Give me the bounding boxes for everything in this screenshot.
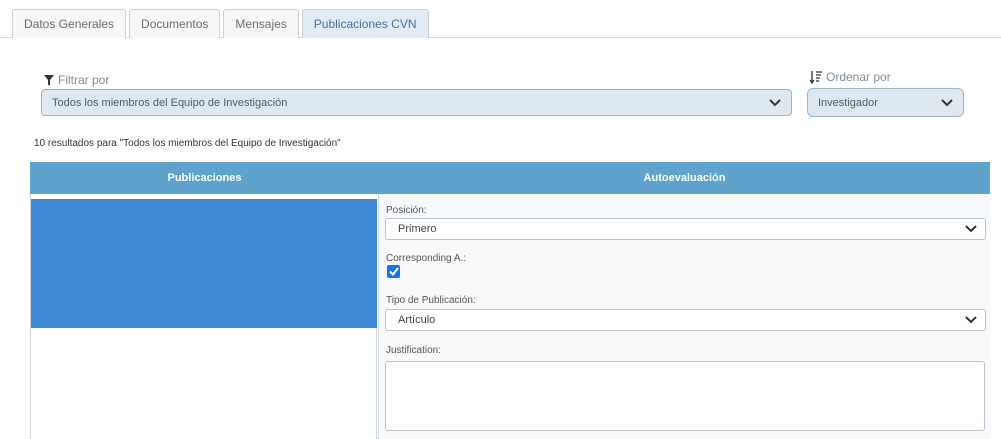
- check-icon: [388, 267, 399, 276]
- posicion-select[interactable]: Primero: [385, 218, 986, 240]
- tipo-publicacion-select-value: Artículo: [398, 314, 436, 326]
- column-divider: [378, 194, 379, 439]
- tipo-publicacion-select[interactable]: Artículo: [385, 309, 986, 331]
- justification-textarea[interactable]: [385, 361, 985, 431]
- publication-cell-empty: [31, 328, 377, 439]
- chevron-down-icon: [769, 98, 781, 106]
- order-label-text: Ordenar por: [826, 70, 891, 84]
- filter-select-value: Todos los miembros del Equipo de Investi…: [52, 96, 288, 109]
- table-header: Publicaciones Autoevaluación: [30, 162, 990, 194]
- posicion-select-value: Primero: [398, 223, 437, 235]
- corresponding-label: Corresponding A.:: [386, 253, 467, 264]
- tab-bar: Datos Generales Documentos Mensajes Publ…: [12, 9, 429, 38]
- order-label: Ordenar por: [810, 70, 891, 84]
- tab-documentos[interactable]: Documentos: [129, 9, 221, 38]
- results-count: 10 resultados para "Todos los miembros d…: [34, 138, 341, 149]
- filter-label-text: Filtrar por: [58, 73, 110, 87]
- filter-select[interactable]: Todos los miembros del Equipo de Investi…: [41, 89, 792, 116]
- column-header-autoevaluacion: Autoevaluación: [643, 172, 726, 184]
- column-header-publicaciones: Publicaciones: [167, 172, 242, 184]
- tipo-publicacion-label: Tipo de Publicación:: [386, 295, 476, 306]
- order-select[interactable]: Investigador: [807, 88, 964, 117]
- sort-icon: [810, 70, 822, 84]
- justification-label: Justification:: [386, 345, 442, 356]
- posicion-label: Posición:: [386, 205, 427, 216]
- tab-datos-generales[interactable]: Datos Generales: [12, 9, 127, 38]
- chevron-down-icon: [965, 316, 977, 324]
- tab-publicaciones-cvn[interactable]: Publicaciones CVN: [301, 9, 429, 38]
- publication-cell-selected[interactable]: [31, 199, 377, 328]
- corresponding-checkbox[interactable]: [387, 265, 400, 278]
- order-select-value: Investigador: [818, 96, 878, 109]
- chevron-down-icon: [941, 98, 953, 106]
- tab-mensajes[interactable]: Mensajes: [223, 9, 299, 38]
- chevron-down-icon: [965, 225, 977, 233]
- filter-label: Filtrar por: [44, 73, 109, 87]
- filter-icon: [44, 74, 54, 86]
